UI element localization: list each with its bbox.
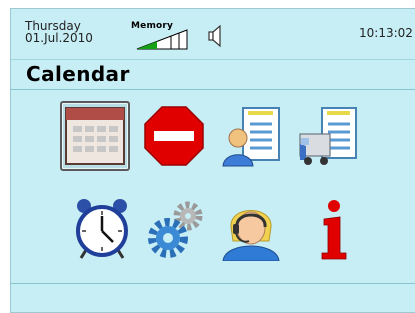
alarm-clock-icon — [76, 199, 128, 259]
settings-gears-icon — [148, 201, 203, 258]
bottom-bar — [11, 283, 415, 312]
speaker-icon[interactable] — [207, 24, 227, 48]
calendar-app-button[interactable] — [60, 101, 130, 171]
date-display: Thursday 01.Jul.2010 — [25, 20, 93, 44]
memory-label: Memory — [131, 21, 174, 31]
settings-app-button[interactable] — [141, 195, 211, 265]
app-grid — [11, 90, 415, 284]
status-bar: Thursday 01.Jul.2010 Memory 10:13:02 — [11, 9, 415, 59]
support-app-button[interactable] — [216, 194, 286, 264]
memory-indicator: Memory — [131, 21, 191, 51]
page-title: Calendar — [26, 62, 130, 86]
device-screen: Thursday 01.Jul.2010 Memory 10:13:02 Cal… — [10, 8, 415, 313]
vehicle-app-button[interactable] — [293, 101, 363, 171]
info-icon — [321, 200, 347, 260]
operator-headset-icon — [222, 210, 280, 261]
alarm-app-button[interactable] — [67, 193, 137, 263]
vehicle-document-icon — [299, 107, 357, 165]
stop-sign-icon — [144, 106, 204, 166]
info-app-button[interactable] — [299, 194, 369, 264]
date-label: 01.Jul.2010 — [25, 31, 93, 45]
contacts-document-icon — [222, 107, 280, 167]
contacts-app-button[interactable] — [217, 101, 287, 171]
clock: 10:13:02 — [359, 26, 413, 40]
calendar-icon — [65, 107, 125, 165]
title-bar: Calendar — [11, 59, 415, 90]
stop-app-button[interactable] — [139, 101, 209, 171]
